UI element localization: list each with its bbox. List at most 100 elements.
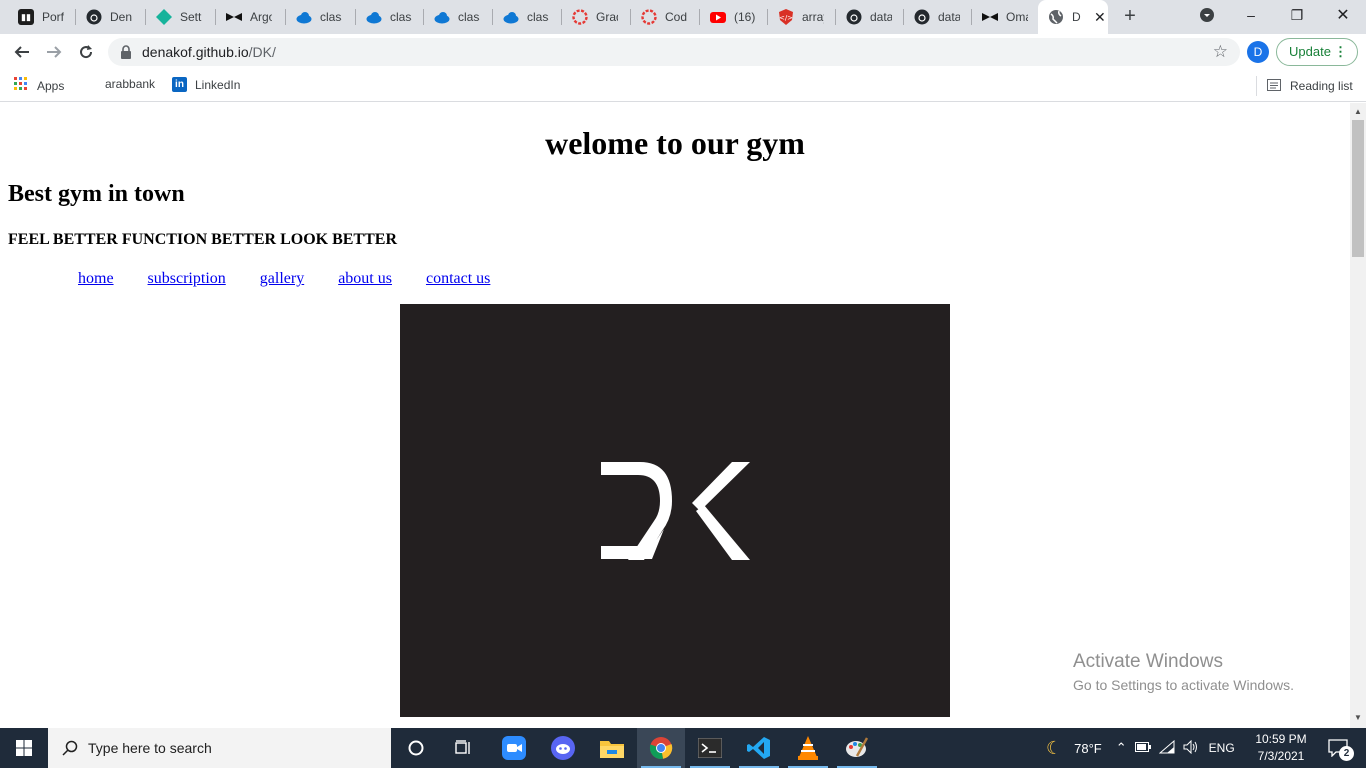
dk-logo — [601, 462, 750, 560]
minimize-button[interactable]: – — [1228, 0, 1274, 30]
chevron-up-icon[interactable]: ⌃ — [1116, 740, 1127, 756]
cortana-icon — [408, 740, 424, 756]
close-window-button[interactable]: ✕ — [1320, 0, 1366, 30]
lock-icon — [120, 45, 132, 64]
cortana-button[interactable] — [392, 728, 440, 768]
back-button[interactable] — [10, 40, 34, 64]
close-tab-icon[interactable]: ✕ — [1094, 9, 1106, 26]
page-scrollbar[interactable]: ▲ ▼ — [1350, 103, 1366, 728]
address-bar[interactable]: denakof.github.io/DK/ ☆ — [108, 38, 1240, 66]
trello-icon: ▮▮ — [18, 9, 34, 25]
zoom-app-button[interactable] — [490, 728, 538, 768]
start-button[interactable] — [0, 728, 48, 768]
globe-icon — [1048, 9, 1064, 25]
chrome-app-button[interactable] — [637, 728, 685, 768]
tab-active-dk[interactable]: D ✕ — [1038, 0, 1108, 34]
language-indicator[interactable]: ENG — [1209, 741, 1235, 755]
tab-grade[interactable]: Grade — [562, 0, 630, 34]
scroll-down-arrow-icon[interactable]: ▼ — [1354, 713, 1362, 722]
tab-porfo[interactable]: ▮▮ Porfo — [8, 0, 74, 34]
terminal-app-button[interactable] — [686, 728, 734, 768]
tab-search-button[interactable] — [1184, 0, 1230, 30]
windows-taskbar: Type here to search ☾ 78°F ⌃ ENG 10:59 P… — [0, 728, 1366, 768]
tab-array[interactable]: </> array — [768, 0, 836, 34]
nav-link-about[interactable]: about us — [338, 270, 392, 287]
bookmark-apps[interactable]: Apps — [14, 77, 64, 94]
tab-data-2[interactable]: data- — [904, 0, 972, 34]
weather-temperature[interactable]: 78°F — [1074, 741, 1102, 756]
clock-time: 10:59 PM — [1255, 732, 1307, 746]
wifi-icon[interactable] — [1158, 739, 1175, 757]
notification-icon: 2 — [1328, 739, 1354, 761]
youtube-icon — [710, 9, 726, 25]
cloud-icon — [434, 9, 450, 25]
bookmarks-bar: Apps arabbank in LinkedIn Reading list — [0, 70, 1366, 102]
vlc-app-button[interactable] — [784, 728, 832, 768]
chrome-icon — [649, 737, 673, 759]
paint-app-button[interactable] — [833, 728, 881, 768]
terminal-icon — [698, 738, 722, 758]
scroll-up-arrow-icon[interactable]: ▲ — [1354, 107, 1362, 116]
bookmark-star-icon[interactable]: ☆ — [1213, 42, 1228, 62]
cloud-icon — [503, 9, 519, 25]
kebab-menu-icon[interactable]: ⋮ — [1334, 39, 1347, 65]
github-icon — [86, 9, 102, 25]
tab-oma[interactable]: Oma — [972, 0, 1036, 34]
tab-class-2[interactable]: class- — [356, 0, 424, 34]
browser-toolbar: denakof.github.io/DK/ ☆ D Update ⋮ — [0, 34, 1366, 70]
battery-icon[interactable] — [1134, 741, 1151, 755]
tab-strip: ▮▮ Porfo Dena Settir Argo class- class- … — [0, 0, 1366, 34]
github-icon — [914, 9, 930, 25]
file-explorer-button[interactable] — [588, 728, 636, 768]
speaker-icon[interactable] — [1183, 739, 1199, 757]
vscode-app-button[interactable] — [735, 728, 783, 768]
tab-data-1[interactable]: data- — [836, 0, 904, 34]
nav-link-subscription[interactable]: subscription — [148, 270, 226, 287]
apps-grid-icon — [14, 77, 28, 94]
ring-icon — [641, 9, 657, 25]
scrollbar-thumb[interactable] — [1352, 120, 1364, 257]
nav-link-gallery[interactable]: gallery — [260, 270, 304, 287]
code-shield-icon: </> — [778, 9, 794, 25]
tab-settings[interactable]: Settir — [146, 0, 214, 34]
forward-button[interactable] — [42, 40, 66, 64]
clock-date: 7/3/2021 — [1257, 749, 1305, 763]
bookmark-arabbank[interactable]: arabbank — [105, 77, 155, 91]
tab-class-3[interactable]: class- — [424, 0, 492, 34]
tab-youtube[interactable]: (16) S — [700, 0, 766, 34]
search-icon — [62, 740, 78, 756]
bookmark-linkedin[interactable]: in LinkedIn — [172, 77, 240, 92]
profile-avatar[interactable]: D — [1247, 41, 1269, 63]
new-tab-button[interactable]: + — [1118, 5, 1142, 29]
nav-link-home[interactable]: home — [78, 270, 114, 287]
taskbar-search-box[interactable]: Type here to search — [48, 728, 391, 768]
tab-class-4[interactable]: class- — [493, 0, 561, 34]
reload-icon — [80, 45, 93, 59]
tab-argo[interactable]: Argo — [216, 0, 284, 34]
restore-button[interactable]: ❐ — [1274, 0, 1320, 30]
tab-code[interactable]: Code — [631, 0, 699, 34]
reload-button[interactable] — [74, 40, 98, 64]
page-subtitle: Best gym in town — [8, 181, 185, 207]
update-button[interactable]: Update ⋮ — [1276, 38, 1358, 66]
discord-app-button[interactable] — [539, 728, 587, 768]
tab-dena[interactable]: Dena — [76, 0, 144, 34]
windows-activation-watermark: Activate Windows Go to Settings to activ… — [1073, 651, 1294, 693]
system-tray: ☾ 78°F ⌃ ENG — [1046, 728, 1235, 768]
github-icon — [846, 9, 862, 25]
bowtie-icon — [226, 9, 242, 25]
task-view-button[interactable] — [440, 728, 488, 768]
reading-list-button[interactable]: Reading list — [1256, 76, 1353, 96]
web-page: welome to our gym Best gym in town FEEL … — [0, 103, 1350, 728]
linkedin-icon: in — [172, 77, 187, 92]
nav-link-contact[interactable]: contact us — [426, 270, 490, 287]
back-arrow-icon — [14, 46, 29, 58]
system-clock[interactable]: 10:59 PM 7/3/2021 — [1250, 731, 1312, 765]
reading-list-icon — [1267, 78, 1281, 94]
discord-icon — [551, 736, 575, 760]
tab-class-1[interactable]: class- — [286, 0, 354, 34]
cloud-icon — [366, 9, 382, 25]
cloud-icon — [296, 9, 312, 25]
forward-arrow-icon — [47, 46, 62, 58]
notification-center-button[interactable]: 2 — [1318, 728, 1358, 768]
